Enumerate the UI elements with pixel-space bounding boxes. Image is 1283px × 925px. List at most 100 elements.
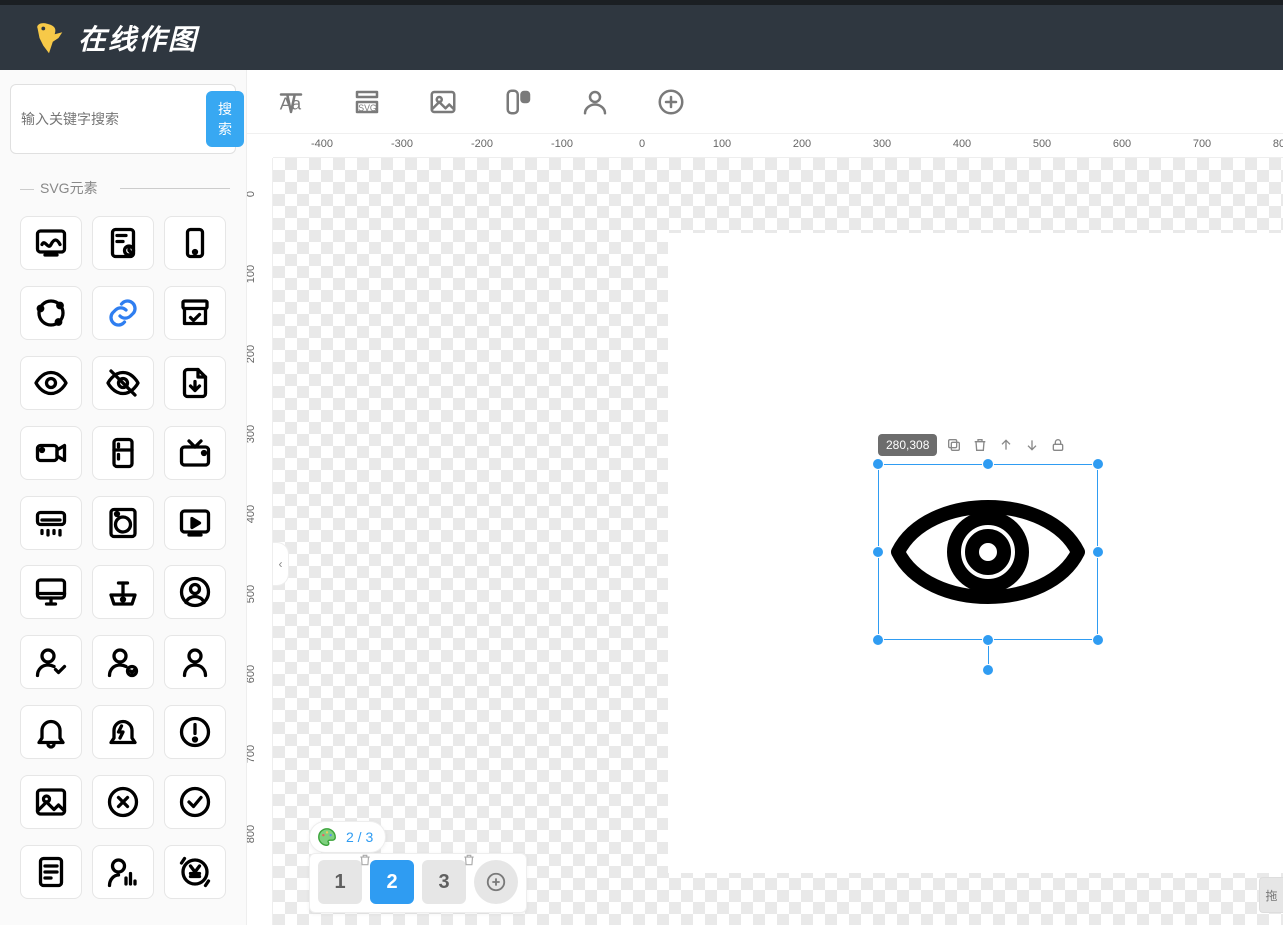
selection-copy[interactable] (945, 436, 963, 454)
search-input[interactable] (17, 105, 206, 133)
resize-handle-tr[interactable] (1092, 458, 1104, 470)
resize-handle-bl[interactable] (872, 634, 884, 646)
selection-front[interactable] (997, 436, 1015, 454)
shapes-icon (504, 87, 534, 117)
resize-handle-br[interactable] (1092, 634, 1104, 646)
air-conditioner-icon (33, 505, 69, 541)
plus-circle-icon (656, 87, 686, 117)
svg-icon: SVG (352, 87, 382, 117)
resize-handle-l[interactable] (872, 546, 884, 558)
ruler-v-tick: 700 (247, 739, 257, 769)
trash-icon (972, 437, 988, 453)
palette-indicator[interactable]: 2 / 3 (309, 821, 386, 853)
logo-icon (30, 19, 68, 57)
page-tab-2[interactable]: 2 (370, 860, 414, 904)
icon-item-archive-check[interactable] (164, 286, 226, 340)
page-delete[interactable] (462, 850, 476, 864)
bell-icon (33, 714, 69, 750)
icon-item-receipt[interactable] (20, 845, 82, 899)
svg-text:SVG: SVG (358, 102, 377, 112)
app-title: 在线作图 (78, 18, 198, 58)
toolbar-add[interactable] (655, 86, 687, 118)
toolbar-text[interactable]: Aa (275, 86, 307, 118)
search-button[interactable]: 搜索 (206, 91, 244, 147)
icon-item-file-download[interactable] (164, 356, 226, 410)
selection-back[interactable] (1023, 436, 1041, 454)
ruler-h-tick: 600 (1113, 138, 1131, 150)
icon-item-video-play[interactable] (164, 496, 226, 550)
resize-handle-b[interactable] (982, 634, 994, 646)
page-add-button[interactable] (474, 860, 518, 904)
canvas-area[interactable]: -400-300-200-100010020030040050060070080… (247, 134, 1283, 925)
selected-element[interactable]: 280,308 (878, 464, 1098, 640)
canvas-background[interactable]: ‹ 280,308 (273, 158, 1283, 925)
page-tab-3[interactable]: 3 (422, 860, 466, 904)
ruler-horizontal: -400-300-200-100010020030040050060070080… (273, 134, 1283, 158)
icon-item-eye[interactable] (20, 356, 82, 410)
icon-item-air-conditioner[interactable] (20, 496, 82, 550)
selection-toolbar: 280,308 (878, 434, 1067, 456)
ruler-v-tick: 200 (247, 339, 257, 369)
icon-item-bell-flash[interactable] (92, 705, 154, 759)
ruler-h-tick: -100 (551, 138, 573, 150)
selection-delete[interactable] (971, 436, 989, 454)
icon-item-phone[interactable] (164, 216, 226, 270)
arrow-down-icon (1024, 437, 1040, 453)
sidebar: 搜索 SVG元素 (0, 70, 247, 925)
icon-item-alert-circle[interactable] (164, 705, 226, 759)
icon-item-bell[interactable] (20, 705, 82, 759)
shape-circle-icon (33, 295, 69, 331)
rotate-handle[interactable] (982, 664, 994, 676)
eye-off-icon (105, 365, 141, 401)
icon-item-chart-wave[interactable] (20, 216, 82, 270)
icon-item-shape-circle[interactable] (20, 286, 82, 340)
ruler-v-tick: 100 (247, 259, 257, 289)
resize-handle-r[interactable] (1092, 546, 1104, 558)
ruler-v-tick: 0 (247, 179, 257, 209)
ruler-h-tick: -400 (311, 138, 333, 150)
icon-item-document-clock[interactable] (92, 216, 154, 270)
ruler-v-tick: 600 (247, 659, 257, 689)
icon-item-check-circle[interactable] (164, 775, 226, 829)
copy-icon (946, 437, 962, 453)
resize-handle-t[interactable] (982, 458, 994, 470)
toolbar-image[interactable] (427, 86, 459, 118)
page-tab-1[interactable]: 1 (318, 860, 362, 904)
selection-lock[interactable] (1049, 436, 1067, 454)
ruler-h-tick: 0 (639, 138, 645, 150)
tv-icon (177, 435, 213, 471)
icon-item-image[interactable] (20, 775, 82, 829)
toolbar-svg[interactable]: SVG (351, 86, 383, 118)
user-icon (177, 644, 213, 680)
icon-item-washer[interactable] (92, 496, 154, 550)
icon-item-fridge[interactable] (92, 426, 154, 480)
icon-item-user-stats[interactable] (92, 845, 154, 899)
eye-icon (888, 477, 1088, 627)
icon-item-yen-refresh[interactable] (164, 845, 226, 899)
icon-item-camera-video[interactable] (20, 426, 82, 480)
icon-item-x-circle[interactable] (92, 775, 154, 829)
toolbar-shapes[interactable] (503, 86, 535, 118)
icon-item-tv[interactable] (164, 426, 226, 480)
ruler-h-tick: 800 (1273, 138, 1283, 150)
icon-item-sink[interactable] (92, 565, 154, 619)
toolbar-user[interactable] (579, 86, 611, 118)
file-download-icon (177, 365, 213, 401)
icon-item-user-circle[interactable] (164, 565, 226, 619)
right-drag-handle[interactable]: 拖 (1259, 877, 1283, 913)
collapse-sidebar-handle[interactable]: ‹ (273, 542, 289, 586)
icon-item-user-check[interactable] (20, 635, 82, 689)
ruler-h-tick: 500 (1033, 138, 1051, 150)
arrow-up-icon (998, 437, 1014, 453)
icon-item-user[interactable] (164, 635, 226, 689)
canvas-eye-shape[interactable] (886, 472, 1090, 632)
icon-item-user-verified[interactable] (92, 635, 154, 689)
resize-handle-tl[interactable] (872, 458, 884, 470)
user-stats-icon (105, 854, 141, 890)
bell-flash-icon (105, 714, 141, 750)
icon-item-eye-off[interactable] (92, 356, 154, 410)
ruler-vertical: 0100200300400500600700800 (247, 158, 273, 925)
icon-item-monitor[interactable] (20, 565, 82, 619)
icon-item-link[interactable] (92, 286, 154, 340)
image-icon (33, 784, 69, 820)
